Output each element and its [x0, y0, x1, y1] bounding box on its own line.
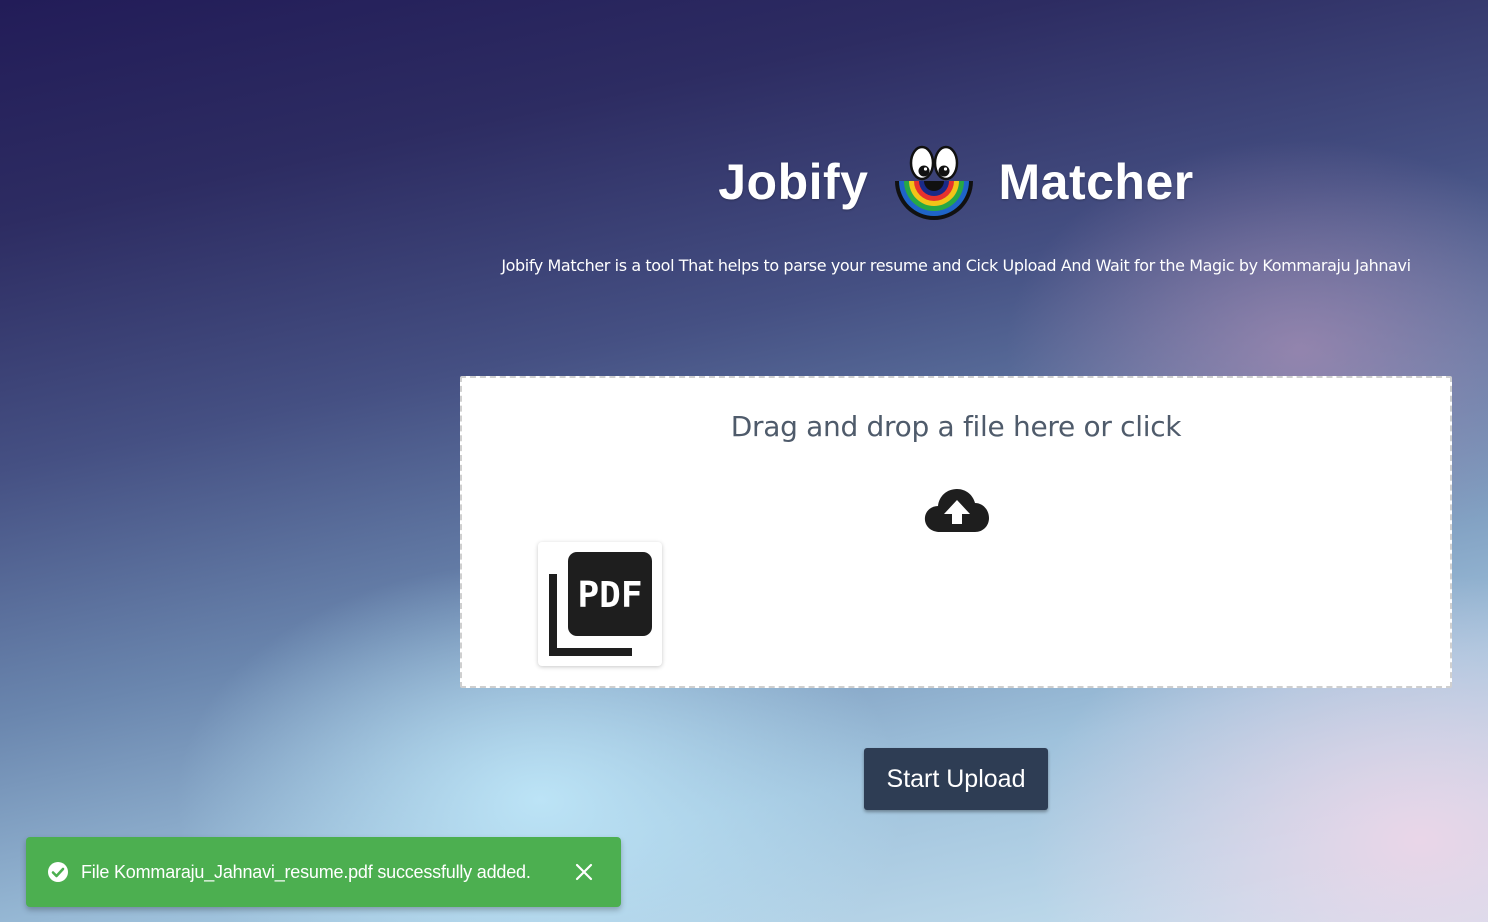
pdf-file-preview[interactable]: PDF	[538, 542, 662, 666]
app-header: Jobify Matcher	[460, 140, 1452, 224]
toast-message: File Kommaraju_Jahnavi_resume.pdf succes…	[81, 861, 531, 882]
pdf-file-icon: PDF	[549, 552, 652, 656]
dropzone-prompt: Drag and drop a file here or click	[730, 410, 1182, 443]
start-upload-button[interactable]: Start Upload	[864, 748, 1048, 810]
title-matcher: Matcher	[998, 154, 1194, 210]
cloud-upload-icon[interactable]	[924, 488, 990, 534]
title-row: Jobify Matcher	[460, 140, 1452, 224]
close-icon[interactable]	[574, 862, 594, 882]
success-toast: File Kommaraju_Jahnavi_resume.pdf succes…	[26, 837, 621, 907]
smiley-rainbow-logo-icon	[894, 145, 973, 220]
pdf-icon-label: PDF	[577, 575, 642, 616]
subtitle: Jobify Matcher is a tool That helps to p…	[501, 256, 1411, 275]
title-jobify: Jobify	[718, 154, 869, 210]
check-circle-icon	[48, 862, 68, 882]
file-dropzone[interactable]: Drag and drop a file here or click PDF	[460, 376, 1452, 688]
